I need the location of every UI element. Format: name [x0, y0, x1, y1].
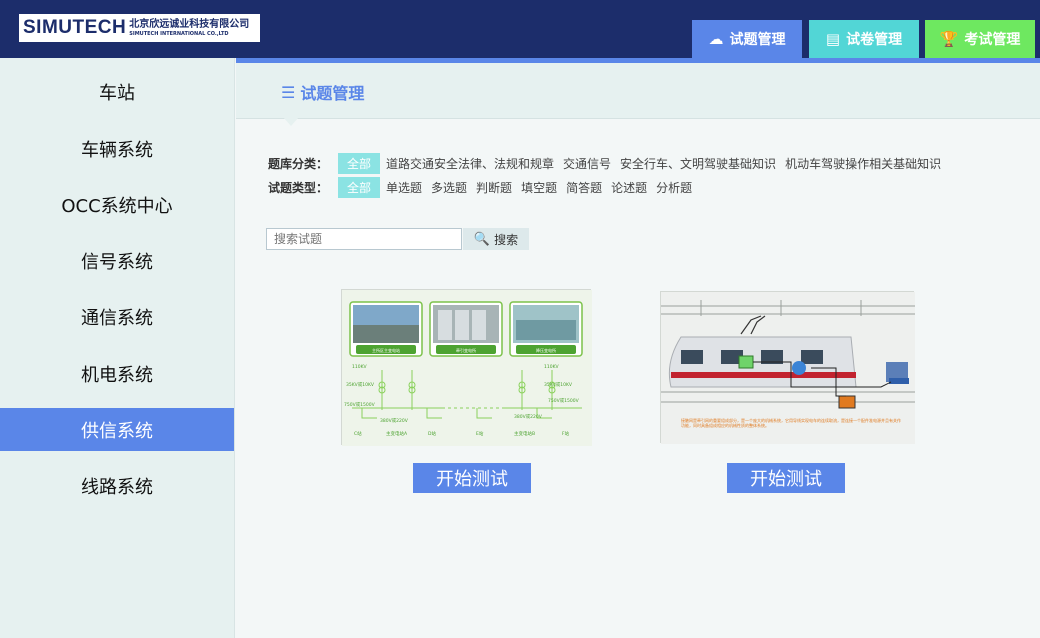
tab-question-management[interactable]: ☁ 试题管理 — [692, 20, 802, 58]
station-label: E站 — [476, 430, 484, 437]
search-input[interactable] — [266, 228, 462, 250]
cloud-icon: ☁ — [708, 30, 724, 48]
diagram-label: 35KV或10KV — [544, 381, 573, 388]
diagram-label: 380V或220V — [514, 413, 543, 420]
type-option[interactable]: 简答题 — [566, 179, 602, 196]
category-filter: 题库分类： 全部 道路交通安全法律、法规和规章 交通信号 安全行车、文明驾驶基础… — [268, 152, 950, 174]
tab-label: 试题管理 — [729, 32, 786, 48]
diagram-label: 110KV — [352, 364, 368, 370]
sidebar-item-station[interactable]: 车站 — [0, 70, 234, 113]
type-label: 试题类型： — [268, 180, 329, 195]
photo-label-traction: 牵引变电所 — [456, 347, 476, 353]
logo-en-name: SIMUTECH INTERNATIONAL CO.,LTD — [129, 30, 229, 37]
catenary-train-image: 接触网是牵引网的重要组成部分，是一个庞大的机械系统，它用导线实现电车的连续取流，… — [661, 292, 915, 444]
card-caption: 接触网是牵引网的重要组成部分，是一个庞大的机械系统，它用导线实现电车的连续取流，… — [681, 418, 901, 429]
logo-cn-name: 北京欣远诚业科技有限公司 — [129, 18, 250, 30]
tab-label: 试卷管理 — [846, 32, 903, 48]
diagram-label: 110KV — [544, 364, 560, 370]
category-label: 题库分类： — [268, 156, 329, 171]
diagram-label: 380V或220V — [380, 417, 409, 424]
category-option[interactable]: 交通信号 — [563, 155, 611, 172]
photo-label-main-substation: 主所区主变电站 — [372, 347, 400, 353]
sidebar-item-signal[interactable]: 信号系统 — [0, 239, 234, 282]
search-icon: 🔍 — [473, 231, 491, 247]
start-test-button[interactable]: 开始测试 — [413, 463, 531, 493]
category-option[interactable]: 安全行车、文明驾驶基础知识 — [620, 155, 776, 172]
type-option[interactable]: 分析题 — [656, 179, 692, 196]
category-all-pill[interactable]: 全部 — [338, 152, 381, 174]
type-option[interactable]: 多选题 — [431, 179, 467, 196]
tab-label: 考试管理 — [964, 32, 1021, 48]
type-option[interactable]: 单选题 — [386, 179, 422, 196]
tab-exam-management[interactable]: 🏆 考试管理 — [925, 20, 1035, 58]
station-label: 主变电站A — [386, 430, 408, 437]
sidebar-item-power-supply[interactable]: 供信系统 — [0, 408, 234, 451]
diagram-label: 750V或1500V — [548, 397, 580, 404]
type-option[interactable]: 判断题 — [476, 179, 512, 196]
diagram-label: 35KV或10KV — [346, 381, 375, 388]
sidebar: 车站 车辆系统 OCC系统中心 信号系统 通信系统 机电系统 供信系统 线路系统 — [0, 58, 235, 638]
quiz-card-catenary[interactable]: 接触网是牵引网的重要组成部分，是一个庞大的机械系统，它用导线实现电车的连续取流，… — [660, 291, 915, 444]
top-header: SIMUTECH 北京欣远诚业科技有限公司 SIMUTECH INTERNATI… — [0, 0, 1040, 58]
diagram-label: 750V或1500V — [344, 401, 376, 408]
type-option[interactable]: 论述题 — [611, 179, 647, 196]
station-label: 主变电站B — [514, 430, 535, 437]
type-filter: 试题类型： 全部 单选题 多选题 判断题 填空题 简答题 论述题 分析题 — [268, 176, 701, 198]
quiz-card-power-substation[interactable]: 主所区主变电站 牵引变电所 降压变电所 110KV 35KV或10KV 750V… — [341, 289, 592, 446]
station-label: C站 — [354, 430, 362, 437]
sidebar-item-electromechanical[interactable]: 机电系统 — [0, 352, 234, 395]
list-icon: ☰ — [281, 82, 296, 102]
logo-brand: SIMUTECH — [23, 17, 127, 38]
sidebar-item-communication[interactable]: 通信系统 — [0, 295, 234, 338]
type-option[interactable]: 填空题 — [521, 179, 557, 196]
company-logo: SIMUTECH 北京欣远诚业科技有限公司 SIMUTECH INTERNATI… — [19, 14, 260, 42]
search-button[interactable]: 🔍 搜索 — [463, 228, 529, 250]
papers-icon: ▤ — [825, 30, 841, 48]
category-option[interactable]: 机动车驾驶操作相关基础知识 — [785, 155, 941, 172]
tab-paper-management[interactable]: ▤ 试卷管理 — [809, 20, 919, 58]
sidebar-item-vehicle[interactable]: 车辆系统 — [0, 127, 234, 170]
page-header: ☰ 试题管理 — [236, 63, 1040, 119]
header-notch — [283, 117, 299, 126]
station-label: F站 — [562, 430, 570, 437]
substation-diagram-image: 主所区主变电站 牵引变电所 降压变电所 110KV 35KV或10KV 750V… — [342, 290, 592, 446]
station-label: D站 — [428, 430, 436, 437]
sidebar-item-occ[interactable]: OCC系统中心 — [0, 183, 234, 226]
photo-label-step-down: 降压变电所 — [536, 347, 556, 353]
search-button-label: 搜索 — [494, 232, 519, 247]
category-option[interactable]: 道路交通安全法律、法规和规章 — [386, 155, 554, 172]
trophy-icon: 🏆 — [939, 30, 959, 48]
page-title: 试题管理 — [300, 84, 365, 103]
start-test-button[interactable]: 开始测试 — [727, 463, 845, 493]
type-all-pill[interactable]: 全部 — [338, 176, 381, 198]
sidebar-item-track[interactable]: 线路系统 — [0, 464, 234, 507]
